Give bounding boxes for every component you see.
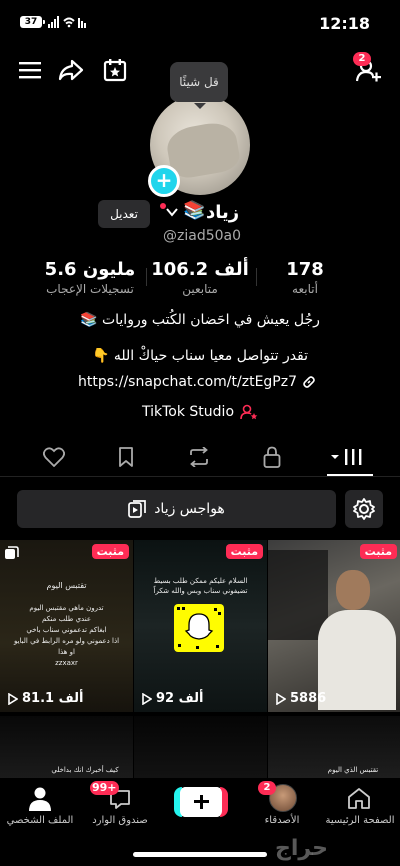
thumbnail-caption: تقتبس الذي اليوم — [327, 766, 379, 774]
studio-icon — [240, 404, 258, 420]
repost-icon — [190, 447, 208, 467]
following-stat[interactable]: 178 أتابعه — [265, 259, 345, 296]
active-tab-indicator — [327, 474, 373, 476]
pinned-badge: مثبت — [225, 544, 263, 559]
bio-link-text[interactable]: https://snapchat.com/t/ztEgPz7 — [78, 374, 297, 390]
person-face — [336, 570, 370, 610]
collection-label: هواجس زياد — [154, 501, 225, 517]
tab-private[interactable] — [262, 445, 282, 469]
home-indicator — [133, 852, 267, 857]
gear-icon — [353, 498, 375, 520]
view-count: 5886 — [276, 691, 326, 706]
name-emoji: 📚 — [183, 200, 206, 221]
snapcode-image — [174, 604, 224, 652]
multi-photo-icon — [5, 546, 19, 560]
lock-icon — [263, 446, 281, 468]
link-icon — [303, 376, 315, 388]
video-thumbnail[interactable]: مثبت السلام عليكم ممكن طلب بسيط تضيفوني … — [134, 540, 267, 712]
view-count: 92 ألف — [142, 691, 203, 706]
nav-profile-label[interactable]: الملف الشخصي — [0, 815, 80, 826]
thumbnail-caption: السلام عليكم ممكن طلب بسيط تضيفوني سناب … — [153, 577, 248, 595]
collection-button[interactable]: هواجس زياد — [17, 490, 336, 528]
tab-saved[interactable] — [116, 446, 136, 468]
view-count: 81.1 ألف — [8, 691, 83, 706]
background-sign — [268, 550, 328, 640]
video-thumbnail[interactable]: تقتبس الذي اليوم — [268, 716, 400, 778]
plus-icon — [194, 800, 209, 803]
inbox-badge: 99+ — [90, 781, 119, 795]
video-thumbnail[interactable]: مثبت 5886 — [268, 540, 400, 712]
tab-liked[interactable] — [42, 446, 66, 468]
home-icon[interactable] — [346, 786, 372, 810]
likes-stat[interactable]: 5.6 مليون تسجيلات الإعجاب — [40, 259, 140, 296]
pinned-badge: مثبت — [91, 544, 129, 559]
battery-indicator: 37 — [20, 16, 45, 28]
chevron-down-icon[interactable] — [166, 207, 178, 217]
profile-icon[interactable] — [28, 786, 52, 812]
tab-reposts[interactable] — [186, 446, 212, 468]
friends-badge: 2 — [258, 781, 276, 795]
video-thumbnail[interactable]: مثبت تقتبس اليوم تدرون ماهي مقتبس اليوم … — [0, 540, 133, 712]
person-body — [318, 610, 396, 710]
thumbnail-caption: تقتبس اليوم تدرون ماهي مقتبس اليوم عندي … — [13, 581, 120, 667]
clock: 12:18 — [319, 14, 370, 33]
bio-line-1: رجُل يعيش في احَضان الكُتب وروايات 📚 — [80, 312, 320, 328]
say-something-bubble[interactable]: قل شيئًا — [170, 62, 228, 109]
tiktok-studio-link[interactable]: TikTok Studio — [142, 404, 258, 420]
tab-videos[interactable] — [327, 446, 367, 468]
signal-wifi-icons — [48, 16, 88, 28]
video-thumbnail[interactable]: كيف أخبرك انك بداخلي — [0, 716, 133, 778]
playlist-icon — [128, 500, 147, 518]
create-button[interactable] — [174, 787, 228, 817]
settings-button[interactable] — [345, 490, 383, 528]
share-icon[interactable] — [58, 57, 84, 83]
play-icon — [142, 692, 152, 705]
tiktok-studio-label[interactable]: TikTok Studio — [142, 404, 234, 420]
watermark: حراج — [275, 836, 328, 861]
videos-grid-icon — [331, 449, 362, 465]
play-icon — [276, 692, 286, 705]
status-bar: 37 12:18 — [0, 0, 400, 44]
divider — [256, 268, 257, 286]
menu-icon[interactable] — [18, 58, 42, 82]
profile-name: زياد — [206, 202, 240, 223]
bio-link[interactable]: https://snapchat.com/t/ztEgPz7 — [78, 374, 316, 390]
nav-friends-label[interactable]: الأصدقاء — [242, 815, 322, 826]
divider — [146, 268, 147, 286]
username: @ziad50a0 — [163, 228, 242, 244]
video-thumbnail[interactable] — [134, 716, 267, 778]
heart-icon — [43, 447, 65, 467]
calendar-star-icon[interactable] — [102, 57, 128, 83]
followers-stat[interactable]: 106.2 ألف متابعين — [150, 259, 250, 296]
edit-profile-button[interactable]: تعديل — [98, 200, 150, 228]
pinned-badge: مثبت — [359, 544, 397, 559]
nav-inbox-label[interactable]: صندوق الوارد — [80, 815, 160, 826]
play-icon — [8, 692, 18, 705]
nav-home-label[interactable]: الصفحة الرئيسية — [320, 815, 400, 826]
thumbnail-caption: كيف أخبرك انك بداخلي — [51, 766, 119, 774]
add-story-button[interactable]: + — [148, 165, 180, 197]
notification-badge: 2 — [353, 52, 371, 66]
bookmark-icon — [119, 447, 133, 467]
bio-line-2: تقدر تتواصل معيا سناب حياكْ الله 👇 — [91, 348, 309, 364]
